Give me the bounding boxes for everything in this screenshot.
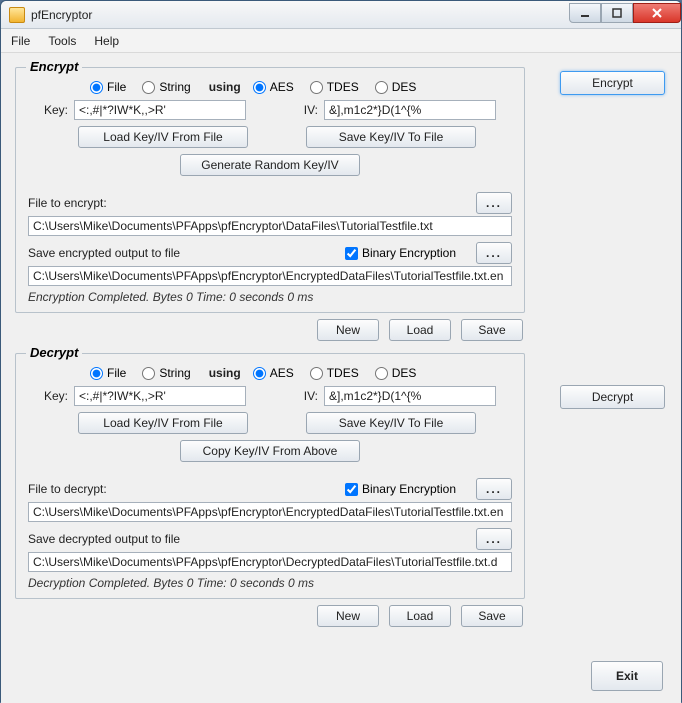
decrypt-binary-checkbox-wrap[interactable]: Binary Encryption — [345, 482, 456, 496]
decrypt-source-string[interactable]: String — [142, 366, 190, 380]
decrypt-key-input[interactable] — [74, 386, 246, 406]
binary-label2: Binary Encryption — [362, 482, 456, 496]
decrypt-algo-aes-radio[interactable] — [253, 367, 266, 380]
encrypt-legend: Encrypt — [26, 59, 82, 74]
encrypt-source-string[interactable]: String — [142, 80, 190, 94]
exit-button[interactable]: Exit — [591, 661, 663, 691]
file-to-encrypt-label: File to encrypt: — [28, 196, 107, 210]
decrypt-action-button[interactable]: Decrypt — [560, 385, 665, 409]
browse-file-to-decrypt-button[interactable]: ... — [476, 478, 512, 500]
decrypt-footer-buttons: New Load Save — [17, 605, 523, 627]
encrypt-new-button[interactable]: New — [317, 319, 379, 341]
encrypt-action-button[interactable]: Encrypt — [560, 71, 665, 95]
encrypt-load-keyiv-button[interactable]: Load Key/IV From File — [78, 126, 248, 148]
using-label: using — [209, 80, 241, 94]
close-button[interactable] — [633, 3, 681, 23]
generate-random-keyiv-button[interactable]: Generate Random Key/IV — [180, 154, 360, 176]
encrypt-source-string-radio[interactable] — [142, 81, 155, 94]
menu-file[interactable]: File — [11, 34, 30, 48]
encrypt-algo-aes[interactable]: AES — [253, 80, 294, 94]
save-encrypted-output-label: Save encrypted output to file — [28, 246, 180, 260]
encrypt-iv-input[interactable] — [324, 100, 496, 120]
decrypt-legend: Decrypt — [26, 345, 82, 360]
decrypt-load-button[interactable]: Load — [389, 605, 451, 627]
des-label: DES — [392, 80, 417, 94]
binary-label: Binary Encryption — [362, 246, 456, 260]
titlebar: pfEncryptor — [1, 1, 681, 29]
aes-label: AES — [270, 80, 294, 94]
window-buttons — [569, 3, 681, 23]
decrypt-new-button[interactable]: New — [317, 605, 379, 627]
decrypt-algo-des-radio[interactable] — [375, 367, 388, 380]
app-icon — [9, 7, 25, 23]
encrypt-iv-label: IV: — [296, 103, 318, 117]
encrypt-algo-tdes-radio[interactable] — [310, 81, 323, 94]
menu-tools[interactable]: Tools — [48, 34, 76, 48]
decrypt-status: Decryption Completed. Bytes 0 Time: 0 se… — [28, 576, 512, 590]
string-label2: String — [159, 366, 190, 380]
decrypt-algo-aes[interactable]: AES — [253, 366, 294, 380]
encrypt-algo-des[interactable]: DES — [375, 80, 417, 94]
tdes-label2: TDES — [327, 366, 359, 380]
encrypt-binary-checkbox[interactable] — [345, 247, 358, 260]
decrypt-save-keyiv-button[interactable]: Save Key/IV To File — [306, 412, 476, 434]
encrypt-load-button[interactable]: Load — [389, 319, 451, 341]
main-column: Encrypt File String using AES TDES DES K… — [15, 67, 525, 627]
decrypt-algo-tdes-radio[interactable] — [310, 367, 323, 380]
decrypted-output-input[interactable] — [28, 552, 512, 572]
encrypted-output-input[interactable] — [28, 266, 512, 286]
browse-decrypted-output-button[interactable]: ... — [476, 528, 512, 550]
encrypt-key-label: Key: — [28, 103, 68, 117]
decrypt-source-string-radio[interactable] — [142, 367, 155, 380]
decrypt-key-label: Key: — [28, 389, 68, 403]
file-label: File — [107, 80, 126, 94]
decrypt-load-keyiv-button[interactable]: Load Key/IV From File — [78, 412, 248, 434]
menu-help[interactable]: Help — [94, 34, 119, 48]
copy-keyiv-from-above-button[interactable]: Copy Key/IV From Above — [180, 440, 360, 462]
using-label2: using — [209, 366, 241, 380]
decrypt-source-file-radio[interactable] — [90, 367, 103, 380]
file-to-encrypt-input[interactable] — [28, 216, 512, 236]
encrypt-status: Encryption Completed. Bytes 0 Time: 0 se… — [28, 290, 512, 304]
tdes-label: TDES — [327, 80, 359, 94]
encrypt-footer-buttons: New Load Save — [17, 319, 523, 341]
decrypt-save-button[interactable]: Save — [461, 605, 523, 627]
string-label: String — [159, 80, 190, 94]
encrypt-binary-checkbox-wrap[interactable]: Binary Encryption — [345, 246, 456, 260]
aes-label2: AES — [270, 366, 294, 380]
file-label2: File — [107, 366, 126, 380]
window-title: pfEncryptor — [31, 8, 569, 22]
maximize-button[interactable] — [601, 3, 633, 23]
file-to-decrypt-input[interactable] — [28, 502, 512, 522]
client-area: Encrypt File String using AES TDES DES K… — [1, 53, 681, 703]
browse-encrypted-output-button[interactable]: ... — [476, 242, 512, 264]
menubar: File Tools Help — [1, 29, 681, 53]
encrypt-source-file-radio[interactable] — [90, 81, 103, 94]
encrypt-save-button[interactable]: Save — [461, 319, 523, 341]
save-decrypted-output-label: Save decrypted output to file — [28, 532, 180, 546]
encrypt-group: Encrypt File String using AES TDES DES K… — [15, 67, 525, 313]
decrypt-binary-checkbox[interactable] — [345, 483, 358, 496]
des-label2: DES — [392, 366, 417, 380]
minimize-button[interactable] — [569, 3, 601, 23]
encrypt-source-file[interactable]: File — [90, 80, 126, 94]
browse-file-to-encrypt-button[interactable]: ... — [476, 192, 512, 214]
exit-wrap: Exit — [591, 661, 663, 691]
encrypt-algo-des-radio[interactable] — [375, 81, 388, 94]
encrypt-algo-aes-radio[interactable] — [253, 81, 266, 94]
decrypt-algo-des[interactable]: DES — [375, 366, 417, 380]
encrypt-save-keyiv-button[interactable]: Save Key/IV To File — [306, 126, 476, 148]
decrypt-iv-label: IV: — [296, 389, 318, 403]
decrypt-iv-input[interactable] — [324, 386, 496, 406]
decrypt-group: Decrypt File String using AES TDES DES K… — [15, 353, 525, 599]
encrypt-algo-tdes[interactable]: TDES — [310, 80, 359, 94]
encrypt-key-input[interactable] — [74, 100, 246, 120]
side-column: Encrypt Decrypt — [560, 71, 665, 409]
file-to-decrypt-label: File to decrypt: — [28, 482, 107, 496]
app-window: pfEncryptor File Tools Help Encrypt File… — [0, 0, 682, 702]
decrypt-source-file[interactable]: File — [90, 366, 126, 380]
decrypt-algo-tdes[interactable]: TDES — [310, 366, 359, 380]
